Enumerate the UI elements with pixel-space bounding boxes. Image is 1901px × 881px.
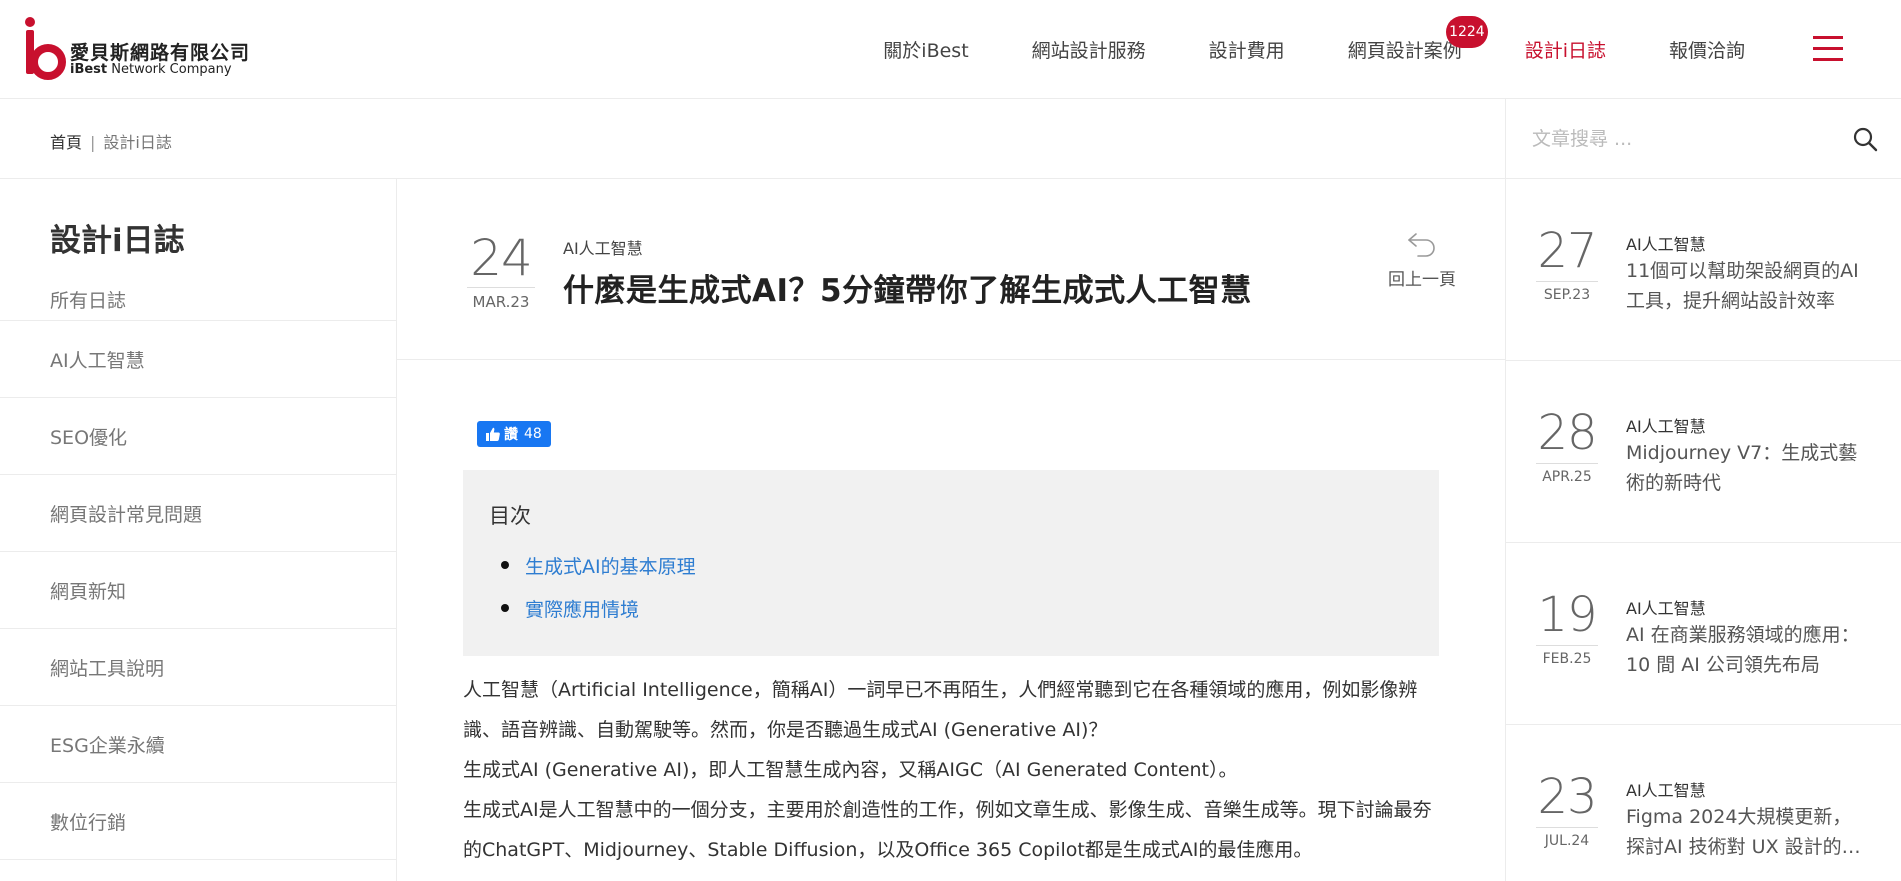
return-arrow-icon xyxy=(1408,233,1435,257)
related-post-title: Figma 2024大規模更新，探討AI 技術對 UX 設計的影響 xyxy=(1626,806,1861,858)
search-icon[interactable] xyxy=(1852,126,1878,152)
nav-item-design-blog[interactable]: 設計i日誌 xyxy=(1525,36,1606,63)
like-label: 讚 xyxy=(504,427,518,443)
related-post-month: APR.25 xyxy=(1542,469,1592,485)
breadcrumb: 首頁 | 設計i日誌 xyxy=(50,129,172,153)
sidebar-title: 設計i日誌 xyxy=(50,223,185,259)
site-logo[interactable]: 愛貝斯網路有限公司 iBest Network Company xyxy=(22,16,262,82)
hamburger-line xyxy=(1813,47,1843,50)
related-post-month: JUL.24 xyxy=(1544,833,1590,849)
related-post-title: Midjourney V7：生成式藝術的新時代 xyxy=(1626,442,1858,494)
table-of-contents: 目次 生成式AI的基本原理 實際應用情境 xyxy=(463,470,1439,656)
related-post[interactable]: 23 JUL.24 AI人工智慧 Figma 2024大規模更新，探討AI 技術… xyxy=(1506,725,1901,881)
related-post-month: FEB.25 xyxy=(1542,651,1592,667)
related-post-category: AI人工智慧 xyxy=(1626,417,1706,436)
date-divider xyxy=(1536,827,1598,828)
article-title: 什麼是生成式AI？5分鐘帶你了解生成式人工智慧 xyxy=(563,273,1252,309)
related-post-title: 11個可以幫助架設網頁的AI工具，提升網站設計效率 xyxy=(1626,260,1859,312)
toc-link-principles[interactable]: 生成式AI的基本原理 xyxy=(501,552,696,579)
hamburger-line xyxy=(1813,58,1843,61)
breadcrumb-current[interactable]: 設計i日誌 xyxy=(103,133,171,152)
site-header: 愛貝斯網路有限公司 iBest Network Company 關於iBest … xyxy=(0,0,1901,99)
related-post-category: AI人工智慧 xyxy=(1626,781,1706,800)
date-divider xyxy=(1536,281,1598,282)
date-divider xyxy=(467,287,535,288)
article-header: 24 MAR.23 AI人工智慧 什麼是生成式AI？5分鐘帶你了解生成式人工智慧… xyxy=(397,179,1505,360)
related-post-month: SEP.23 xyxy=(1543,287,1591,303)
toc-link-applications[interactable]: 實際應用情境 xyxy=(501,595,696,622)
toc-list: 生成式AI的基本原理 實際應用情境 xyxy=(501,552,696,638)
nav-item-quote[interactable]: 報價洽詢 xyxy=(1669,36,1745,63)
date-divider xyxy=(1536,645,1598,646)
toc-title: 目次 xyxy=(489,504,531,528)
like-count: 48 xyxy=(524,426,542,442)
related-post-day: 23 xyxy=(1537,769,1597,825)
portfolio-count-badge: 1224 xyxy=(1446,16,1488,48)
nav-item-portfolio[interactable]: 網頁設計案例 1224 xyxy=(1347,16,1488,63)
article-category[interactable]: AI人工智慧 xyxy=(563,235,643,259)
sidebar-item-faq[interactable]: 網頁設計常見問題 xyxy=(0,475,396,552)
sub-bar: 首頁 | 設計i日誌 xyxy=(0,99,1901,179)
related-post[interactable]: 27 SEP.23 AI人工智慧 11個可以幫助架設網頁的AI工具，提升網站設計… xyxy=(1506,179,1901,361)
sidebar-item-esg[interactable]: ESG企業永續 xyxy=(0,706,396,783)
related-post-day: 28 xyxy=(1537,405,1597,461)
logo-english-name: iBest Network Company xyxy=(70,62,232,77)
thumbs-up-icon xyxy=(486,427,500,441)
category-list: 所有日誌 AI人工智慧 SEO優化 網頁設計常見問題 網頁新知 網站工具說明 E… xyxy=(0,284,396,860)
related-posts-sidebar: 27 SEP.23 AI人工智慧 11個可以幫助架設網頁的AI工具，提升網站設計… xyxy=(1505,179,1901,881)
date-divider xyxy=(1536,463,1598,464)
logo-company-name: 愛貝斯網路有限公司 xyxy=(70,42,251,64)
back-label: 回上一頁 xyxy=(1388,270,1456,290)
ibest-logo-icon xyxy=(25,17,66,80)
related-post-category: AI人工智慧 xyxy=(1626,235,1706,254)
sidebar-item-web-news[interactable]: 網頁新知 xyxy=(0,552,396,629)
sidebar-item-seo[interactable]: SEO優化 xyxy=(0,398,396,475)
related-post-day: 27 xyxy=(1537,223,1597,279)
hamburger-icon[interactable] xyxy=(1813,36,1843,62)
logo-brand: iBest xyxy=(70,62,108,77)
article-paragraph: 人工智慧（Artificial Intelligence，簡稱AI）一詞早已不再… xyxy=(463,679,1418,741)
breadcrumb-home[interactable]: 首頁 xyxy=(50,133,82,152)
article-body: 人工智慧（Artificial Intelligence，簡稱AI）一詞早已不再… xyxy=(463,670,1443,870)
article-paragraph: 生成式AI是人工智慧中的一個分支，主要用於創造性的工作，例如文章生成、影像生成、… xyxy=(463,799,1432,861)
related-post[interactable]: 28 APR.25 AI人工智慧 Midjourney V7：生成式藝術的新時代 xyxy=(1506,361,1901,543)
sidebar-item-ai[interactable]: AI人工智慧 xyxy=(0,321,396,398)
sidebar-item-digital-marketing[interactable]: 數位行銷 xyxy=(0,783,396,860)
back-button[interactable]: 回上一頁 xyxy=(1367,229,1477,290)
article-main: 24 MAR.23 AI人工智慧 什麼是生成式AI？5分鐘帶你了解生成式人工智慧… xyxy=(397,179,1505,881)
facebook-like-button[interactable]: 讚 48 xyxy=(477,421,551,447)
main-nav: 關於iBest 網站設計服務 設計費用 網頁設計案例 1224 設計i日誌 報價… xyxy=(820,0,1745,99)
hamburger-line xyxy=(1813,36,1843,39)
nav-item-design-pricing[interactable]: 設計費用 xyxy=(1209,36,1285,63)
article-date-month: MAR.23 xyxy=(472,293,530,311)
article-paragraph: 生成式AI (Generative AI)，即人工智慧生成內容，又稱AIGC（A… xyxy=(463,759,1238,781)
nav-item-portfolio-label: 網頁設計案例 xyxy=(1347,40,1462,62)
sidebar-item-tools[interactable]: 網站工具說明 xyxy=(0,629,396,706)
nav-item-about[interactable]: 關於iBest xyxy=(883,36,968,63)
search-input[interactable] xyxy=(1532,121,1832,157)
article-date-day: 24 xyxy=(470,229,533,287)
related-post-title: AI 在商業服務領域的應用：10 間 AI 公司領先布局 xyxy=(1626,624,1860,676)
sidebar-item-all[interactable]: 所有日誌 xyxy=(0,284,396,321)
article-search xyxy=(1505,99,1901,179)
nav-item-web-design-services[interactable]: 網站設計服務 xyxy=(1032,36,1146,63)
related-post-category: AI人工智慧 xyxy=(1626,599,1706,618)
related-post-day: 19 xyxy=(1537,587,1597,643)
related-post[interactable]: 19 FEB.25 AI人工智慧 AI 在商業服務領域的應用：10 間 AI 公… xyxy=(1506,543,1901,725)
category-sidebar: 設計i日誌 所有日誌 AI人工智慧 SEO優化 網頁設計常見問題 網頁新知 網站… xyxy=(0,179,397,881)
logo-brand-suffix: Network Company xyxy=(107,62,232,77)
breadcrumb-separator: | xyxy=(90,133,96,152)
